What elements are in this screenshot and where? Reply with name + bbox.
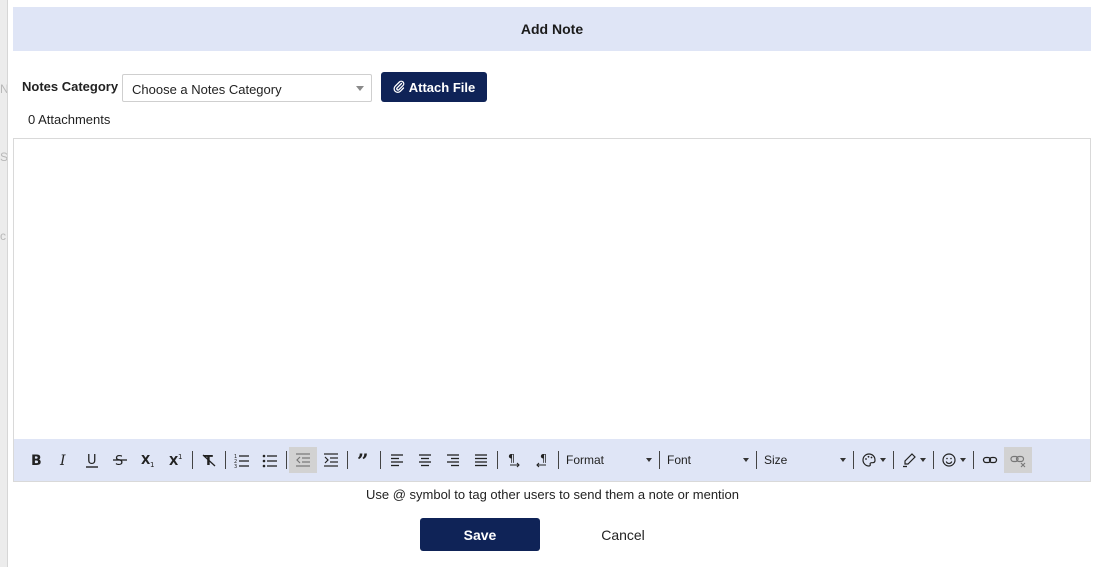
- note-editor[interactable]: B I U S X1 X1 T 123 ” ¶ ¶ Format Font Si…: [13, 138, 1091, 482]
- align-left-icon[interactable]: [383, 447, 411, 473]
- bulleted-list-icon[interactable]: [256, 447, 284, 473]
- add-note-modal: Add Note Notes Category Choose a Notes C…: [7, 0, 1096, 567]
- chevron-down-icon: [356, 86, 364, 91]
- cancel-button[interactable]: Cancel: [583, 518, 663, 551]
- svg-text:T: T: [204, 454, 213, 468]
- chevron-down-icon: [840, 458, 846, 462]
- underline-icon[interactable]: U: [78, 447, 106, 473]
- attachments-count: 0 Attachments: [28, 112, 111, 127]
- font-dropdown-label: Font: [667, 453, 692, 467]
- toolbar-separator: [497, 451, 498, 469]
- notes-category-select[interactable]: Choose a Notes Category: [122, 74, 372, 102]
- size-dropdown-label: Size: [764, 453, 788, 467]
- palette-icon: [862, 453, 876, 467]
- text-color-dropdown[interactable]: [856, 447, 891, 473]
- align-justify-icon[interactable]: [467, 447, 495, 473]
- toolbar-separator: [286, 451, 287, 469]
- toolbar-separator: [659, 451, 660, 469]
- blockquote-icon[interactable]: ”: [350, 447, 378, 473]
- editor-toolbar: B I U S X1 X1 T 123 ” ¶ ¶ Format Font Si…: [14, 439, 1090, 481]
- indent-icon[interactable]: [317, 447, 345, 473]
- italic-icon[interactable]: I: [50, 447, 78, 473]
- toolbar-separator: [192, 451, 193, 469]
- highlight-dropdown[interactable]: [896, 447, 931, 473]
- toolbar-separator: [347, 451, 348, 469]
- toolbar-separator: [893, 451, 894, 469]
- toolbar-separator: [973, 451, 974, 469]
- ltr-icon[interactable]: ¶: [500, 447, 528, 473]
- chevron-down-icon: [920, 458, 926, 462]
- save-button[interactable]: Save: [420, 518, 540, 551]
- toolbar-separator: [380, 451, 381, 469]
- notes-category-label: Notes Category: [22, 79, 119, 94]
- svg-text:U: U: [87, 453, 97, 468]
- format-dropdown-label: Format: [566, 453, 605, 467]
- chevron-down-icon: [960, 458, 966, 462]
- highlighter-icon: [903, 453, 916, 468]
- mention-hint: Use @ symbol to tag other users to send …: [365, 487, 740, 502]
- rtl-icon[interactable]: ¶: [528, 447, 556, 473]
- svg-text:B: B: [31, 453, 42, 468]
- subscript-icon[interactable]: X1: [134, 447, 162, 473]
- toolbar-separator: [853, 451, 854, 469]
- backdrop-text: c: [0, 229, 6, 243]
- svg-text:1: 1: [178, 453, 182, 461]
- size-dropdown[interactable]: Size: [759, 447, 851, 473]
- svg-text:¶: ¶: [540, 452, 547, 465]
- format-dropdown[interactable]: Format: [561, 447, 657, 473]
- bold-icon[interactable]: B: [22, 447, 50, 473]
- modal-title: Add Note: [520, 21, 584, 37]
- emoji-dropdown[interactable]: [936, 447, 971, 473]
- toolbar-separator: [756, 451, 757, 469]
- svg-text:1: 1: [150, 461, 154, 468]
- emoji-icon: [942, 453, 956, 467]
- chevron-down-icon: [743, 458, 749, 462]
- svg-text:S: S: [115, 454, 123, 468]
- toolbar-separator: [933, 451, 934, 469]
- unlink-icon[interactable]: [1004, 447, 1032, 473]
- align-center-icon[interactable]: [411, 447, 439, 473]
- attach-file-label: Attach File: [408, 79, 476, 95]
- remove-format-icon[interactable]: T: [195, 447, 223, 473]
- align-right-icon[interactable]: [439, 447, 467, 473]
- svg-text:3: 3: [234, 464, 237, 468]
- link-icon[interactable]: [976, 447, 1004, 473]
- chevron-down-icon: [880, 458, 886, 462]
- chevron-down-icon: [646, 458, 652, 462]
- toolbar-separator: [225, 451, 226, 469]
- superscript-icon[interactable]: X1: [162, 447, 190, 473]
- paperclip-icon: [393, 80, 405, 93]
- svg-text:I: I: [59, 453, 66, 468]
- strikethrough-icon[interactable]: S: [106, 447, 134, 473]
- outdent-icon[interactable]: [289, 447, 317, 473]
- notes-category-selected: Choose a Notes Category: [132, 82, 282, 97]
- svg-text:¶: ¶: [508, 452, 515, 465]
- attach-file-button[interactable]: Attach File: [381, 72, 487, 102]
- svg-text:”: ”: [357, 452, 369, 468]
- font-dropdown[interactable]: Font: [662, 447, 754, 473]
- toolbar-separator: [558, 451, 559, 469]
- numbered-list-icon[interactable]: 123: [228, 447, 256, 473]
- modal-header: Add Note: [13, 7, 1091, 51]
